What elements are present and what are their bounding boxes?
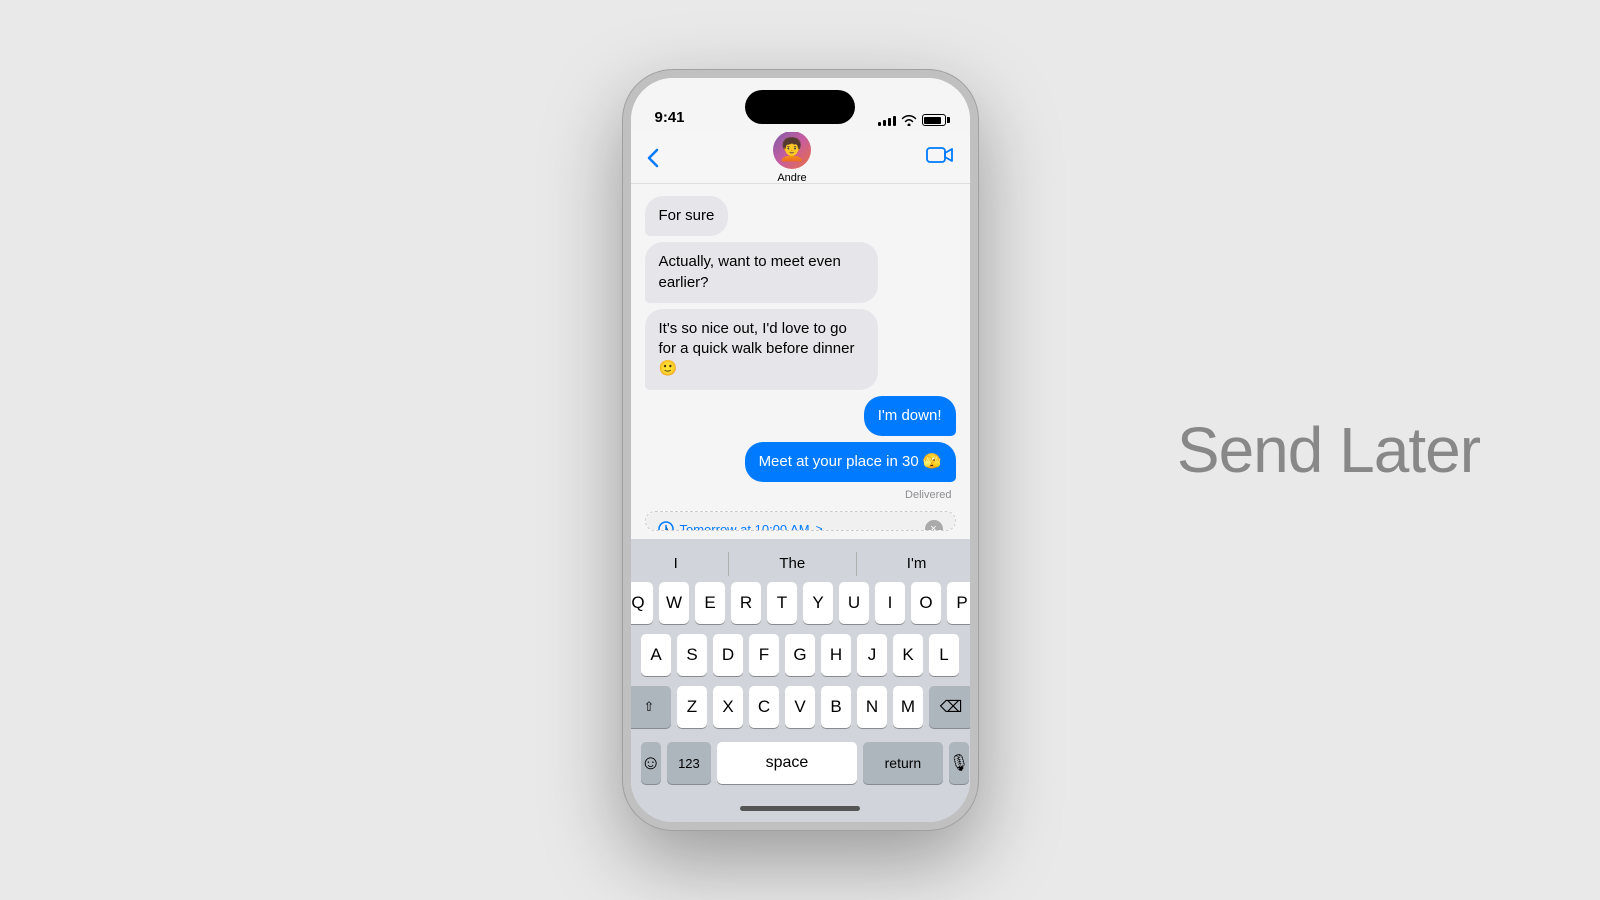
page: Send Later 9:41 (0, 0, 1600, 900)
key-s[interactable]: S (677, 634, 707, 676)
status-icons (878, 114, 946, 126)
send-later-label: Send Later (1177, 413, 1480, 487)
divider-1 (728, 552, 729, 576)
keyboard-bottom-row: ☺ 123 space return 🎙 (635, 738, 966, 794)
key-j[interactable]: J (857, 634, 887, 676)
message-bubble-5: Meet at your place in 30 🫣 (745, 442, 956, 482)
keyboard-row-1: Q W E R T Y U I O P (635, 582, 966, 624)
nav-bar: 🧑‍🦱 Andre (631, 132, 970, 184)
key-t[interactable]: T (767, 582, 797, 624)
key-y[interactable]: Y (803, 582, 833, 624)
scheduled-message-box[interactable]: Tomorrow at 10:00 AM > × + Happy birthda… (645, 511, 956, 531)
keyboard-row-2: A S D F G H J K L (635, 634, 966, 676)
contact-name: Andre (777, 172, 806, 184)
key-x[interactable]: X (713, 686, 743, 728)
video-call-button[interactable] (926, 145, 954, 171)
close-scheduled-button[interactable]: × (925, 520, 943, 531)
home-bar (740, 806, 860, 811)
emoji-key[interactable]: ☺ (641, 742, 661, 784)
message-bubble-3: It's so nice out, I'd love to go for a q… (645, 309, 878, 390)
nav-center[interactable]: 🧑‍🦱 Andre (773, 131, 811, 184)
key-q[interactable]: Q (623, 582, 653, 624)
keyboard-row-3: ⇧ Z X C V B N M ⌫ (635, 686, 966, 728)
wifi-icon (901, 114, 917, 126)
return-key[interactable]: return (863, 742, 943, 784)
suggestion-i[interactable]: I (662, 551, 690, 576)
key-o[interactable]: O (911, 582, 941, 624)
home-indicator (635, 794, 966, 822)
battery-icon (922, 114, 946, 126)
key-v[interactable]: V (785, 686, 815, 728)
key-k[interactable]: K (893, 634, 923, 676)
key-w[interactable]: W (659, 582, 689, 624)
key-g[interactable]: G (785, 634, 815, 676)
scheduled-time: Tomorrow at 10:00 AM > (658, 521, 823, 531)
key-z[interactable]: Z (677, 686, 707, 728)
delivered-label: Delivered (645, 489, 956, 501)
delete-key[interactable]: ⌫ (929, 686, 973, 728)
scheduled-header[interactable]: Tomorrow at 10:00 AM > × (646, 512, 955, 531)
key-i[interactable]: I (875, 582, 905, 624)
space-key[interactable]: space (717, 742, 857, 784)
key-u[interactable]: U (839, 582, 869, 624)
status-time: 9:41 (655, 109, 685, 126)
back-button[interactable] (647, 148, 659, 168)
suggestion-im[interactable]: I'm (895, 551, 939, 576)
key-b[interactable]: B (821, 686, 851, 728)
key-d[interactable]: D (713, 634, 743, 676)
scheduled-time-label: Tomorrow at 10:00 AM (680, 522, 810, 532)
message-bubble-1: For sure (645, 196, 729, 236)
key-f[interactable]: F (749, 634, 779, 676)
messages-area: For sure Actually, want to meet even ear… (631, 184, 970, 539)
key-h[interactable]: H (821, 634, 851, 676)
avatar: 🧑‍🦱 (773, 131, 811, 169)
key-l[interactable]: L (929, 634, 959, 676)
shift-key[interactable]: ⇧ (627, 686, 671, 728)
suggestion-the[interactable]: The (767, 551, 817, 576)
key-n[interactable]: N (857, 686, 887, 728)
chevron-right-icon: > (816, 522, 823, 531)
key-a[interactable]: A (641, 634, 671, 676)
message-bubble-2: Actually, want to meet even earlier? (645, 242, 878, 303)
key-p[interactable]: P (947, 582, 977, 624)
key-c[interactable]: C (749, 686, 779, 728)
key-e[interactable]: E (695, 582, 725, 624)
signal-bars-icon (878, 114, 896, 126)
numbers-key[interactable]: 123 (667, 742, 711, 784)
iphone-frame: 9:41 (623, 70, 978, 830)
clock-icon (658, 521, 674, 531)
divider-2 (856, 552, 857, 576)
mic-key[interactable]: 🎙 (949, 742, 969, 784)
message-bubble-4: I'm down! (864, 396, 956, 436)
key-m[interactable]: M (893, 686, 923, 728)
keyboard: I The I'm Q W E R T Y U I O P A (631, 539, 970, 822)
keyboard-suggestions: I The I'm (635, 547, 966, 582)
dynamic-island (745, 90, 855, 124)
key-r[interactable]: R (731, 582, 761, 624)
